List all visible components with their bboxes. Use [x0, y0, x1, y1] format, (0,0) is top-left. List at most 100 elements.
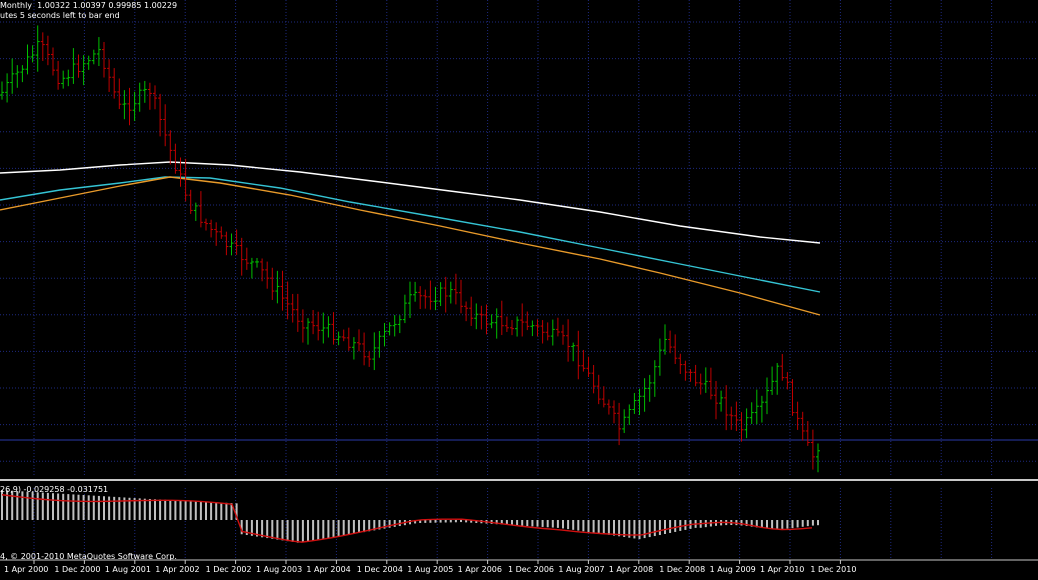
macd-histogram-bar: [817, 520, 819, 526]
macd-histogram-bar: [194, 501, 197, 520]
macd-histogram-bar: [587, 520, 590, 532]
macd-histogram-bar: [811, 520, 814, 526]
macd-histogram-bar: [301, 520, 304, 543]
macd-histogram-bar: [801, 520, 804, 527]
x-axis-label: 1 Apr 2006: [458, 565, 502, 574]
macd-histogram-bar: [41, 492, 44, 520]
macd-histogram-bar: [210, 502, 213, 520]
macd-histogram-bar: [541, 520, 544, 527]
macd-histogram-bar: [266, 520, 269, 539]
macd-histogram-bar: [332, 520, 335, 538]
macd-histogram-bar: [220, 502, 223, 520]
x-axis-label: 1 Apr 2010: [760, 565, 804, 574]
macd-histogram-bar: [72, 494, 75, 520]
macd-histogram-bar: [46, 492, 49, 520]
x-axis-label: 1 Dec 2006: [508, 565, 554, 574]
macd-histogram-bar: [143, 498, 146, 520]
macd-histogram-bar: [108, 496, 111, 520]
macd-histogram-bar: [740, 520, 743, 526]
macd-histogram-bar: [776, 520, 779, 529]
x-axis-label: 1 Apr 2000: [4, 565, 48, 574]
x-axis-label: 1 Dec 2010: [810, 565, 856, 574]
macd-histogram-bar: [766, 520, 768, 529]
macd-histogram-bar: [97, 495, 100, 520]
macd-histogram-bar: [669, 520, 672, 533]
macd-histogram-bar: [154, 499, 156, 520]
x-axis-label: 1 Aug 2001: [105, 565, 151, 574]
macd-histogram-bar: [21, 491, 24, 520]
macd-histogram-bar: [664, 520, 666, 534]
macd-histogram-bar: [184, 500, 187, 520]
macd-histogram-bar: [77, 494, 80, 520]
x-axis-label: 1 Dec 2004: [357, 565, 403, 574]
macd-histogram-bar: [551, 520, 554, 528]
macd-histogram-bar: [36, 492, 39, 520]
macd-histogram-bar: [92, 495, 95, 520]
x-axis-label: 1 Aug 2005: [407, 565, 453, 574]
macd-histogram-bar: [67, 494, 70, 520]
macd-histogram-bar: [322, 520, 325, 540]
macd-histogram-bar: [674, 520, 677, 532]
macd-histogram-bar: [786, 520, 789, 529]
macd-histogram-bar: [312, 520, 315, 541]
macd-histogram-bar: [159, 499, 162, 520]
macd-histogram-bar: [164, 499, 167, 520]
x-axis-label: 1 Aug 2009: [710, 565, 756, 574]
macd-histogram-bar: [342, 520, 345, 536]
macd-histogram-bar: [536, 520, 539, 527]
macd-histogram-bar: [577, 520, 580, 531]
macd-histogram-bar: [87, 495, 90, 520]
macd-histogram-bar: [169, 500, 172, 520]
chart-window[interactable]: 1 Apr 2000 1 Dec 2000 1 Aug 2001 1 Apr 2002…: [0, 0, 1038, 576]
macd-histogram-bar: [281, 520, 284, 541]
macd-histogram-bar: [679, 520, 682, 531]
macd-histogram-bar: [225, 502, 228, 520]
macd-histogram-bar: [613, 520, 615, 536]
macd-histogram-bar: [52, 493, 54, 520]
macd-histogram-bar: [439, 520, 442, 523]
macd-histogram-bar: [148, 498, 151, 520]
x-axis-label: 1 Aug 2003: [256, 565, 302, 574]
macd-histogram-bar: [429, 520, 432, 523]
indicator-label: 26,9) -0.029258 -0.031751: [0, 485, 109, 494]
macd-histogram-bar: [602, 520, 605, 535]
macd-histogram-bar: [444, 520, 447, 523]
x-axis-label: 1 Dec 2002: [206, 565, 252, 574]
macd-histogram-bar: [363, 520, 366, 533]
price-chart[interactable]: 1 Apr 2000 1 Dec 2000 1 Aug 2001 1 Apr 2002…: [0, 0, 1038, 576]
macd-histogram-bar: [205, 501, 207, 520]
macd-histogram-bar: [307, 520, 309, 542]
macd-histogram-bar: [291, 520, 294, 542]
chart-header-ohlc: Monthly 1.00322 1.00397 0.99985 1.00229: [0, 1, 178, 10]
macd-histogram-bar: [526, 520, 529, 527]
macd-histogram-bar: [358, 520, 360, 533]
macd-histogram-bar: [806, 520, 809, 527]
macd-histogram-bar: [296, 520, 299, 543]
macd-histogram-bar: [138, 498, 141, 520]
x-axis-label: 1 Apr 2004: [306, 565, 350, 574]
macd-histogram-bar: [771, 520, 774, 529]
macd-histogram-bar: [347, 520, 350, 535]
macd-histogram-bar: [796, 520, 799, 528]
macd-histogram-bar: [592, 520, 595, 533]
macd-histogram-bar: [454, 520, 457, 523]
macd-histogram-bar: [62, 493, 65, 520]
macd-histogram-bar: [607, 520, 610, 535]
macd-histogram-bar: [393, 520, 396, 527]
macd-histogram-bar: [546, 520, 549, 528]
macd-histogram-bar: [337, 520, 340, 537]
macd-histogram-bar: [103, 496, 105, 520]
macd-histogram-bar: [199, 501, 202, 520]
chart-background: [0, 0, 1038, 576]
macd-histogram-bar: [531, 520, 534, 527]
macd-histogram-bar: [643, 520, 646, 539]
macd-histogram-bar: [174, 500, 177, 520]
macd-histogram-bar: [582, 520, 585, 532]
x-axis-label: 1 Dec 2000: [54, 565, 100, 574]
x-axis-label: 1 Apr 2008: [609, 565, 653, 574]
macd-histogram-bar: [388, 520, 391, 528]
macd-histogram-bar: [556, 520, 559, 528]
macd-histogram-bar: [215, 502, 218, 520]
macd-histogram-bar: [11, 490, 14, 520]
macd-histogram-bar: [791, 520, 794, 529]
